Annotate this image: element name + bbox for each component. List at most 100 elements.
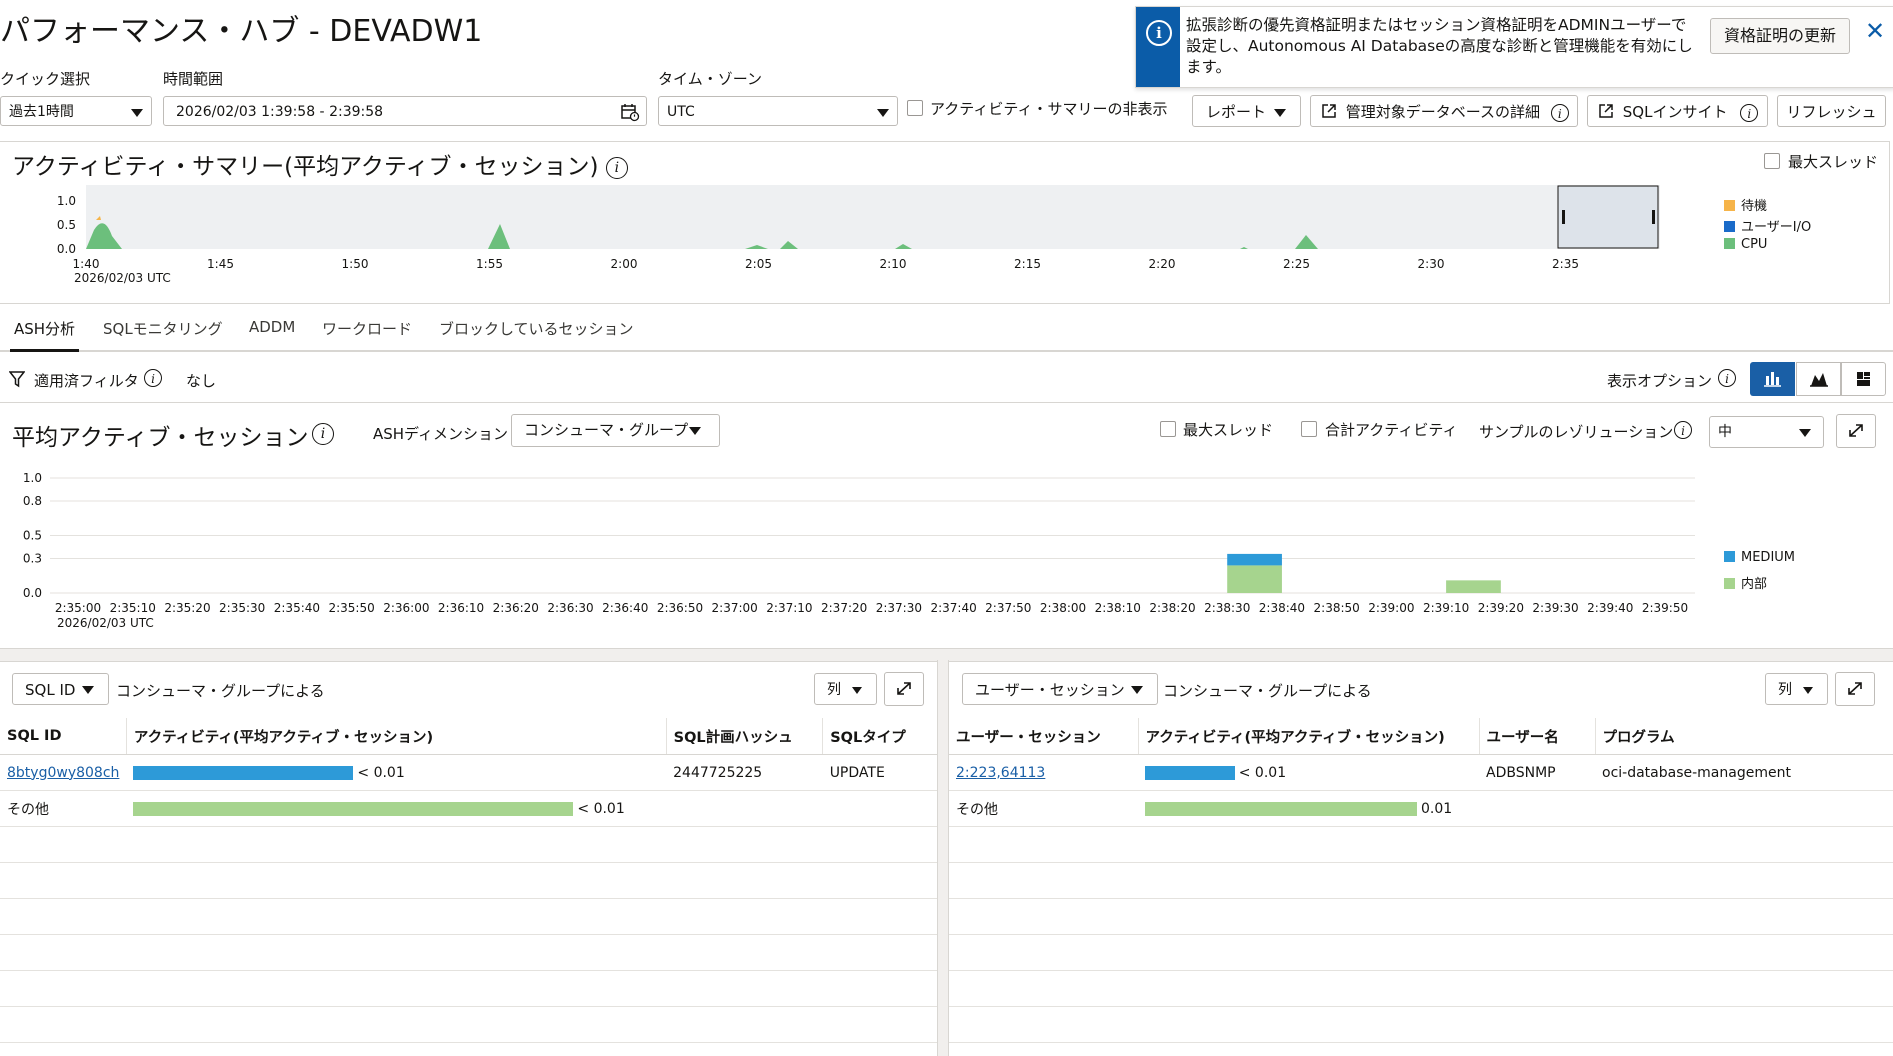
- column-header-activity[interactable]: アクティビティ(平均アクティブ・セッション): [1138, 718, 1480, 755]
- plan-hash-cell: [666, 790, 823, 827]
- column-header-username[interactable]: ユーザー名: [1479, 718, 1596, 755]
- aas-bar-internal[interactable]: [1227, 565, 1282, 593]
- tab-sql-monitoring[interactable]: SQLモニタリング: [103, 318, 223, 339]
- session-expand-button[interactable]: [1835, 672, 1875, 706]
- aas-x-tick: 2:37:10: [766, 601, 812, 615]
- summary-range-selector[interactable]: [1557, 185, 1659, 249]
- update-credentials-button[interactable]: 資格証明の更新: [1710, 18, 1850, 54]
- sample-resolution-dropdown[interactable]: 中: [1709, 416, 1824, 448]
- aas-x-tick: 2:35:40: [274, 601, 320, 615]
- sql-id-link[interactable]: 8btyg0wy808ch: [7, 765, 119, 781]
- sql-table-header: SQL ID アクティビティ(平均アクティブ・セッション) SQL計画ハッシュ …: [0, 718, 937, 755]
- sample-resolution-label: サンプルのレゾリューション: [1479, 423, 1674, 441]
- column-header-program[interactable]: プログラム: [1595, 718, 1893, 755]
- chevron-down-icon: [1799, 429, 1811, 437]
- timezone-value: UTC: [667, 104, 695, 120]
- total-activity-checkbox[interactable]: [1301, 421, 1317, 437]
- column-header-plan-hash[interactable]: SQL計画ハッシュ: [666, 718, 824, 755]
- timezone-dropdown[interactable]: UTC: [658, 96, 898, 126]
- aas-expand-button[interactable]: [1836, 414, 1876, 448]
- program-cell: [1595, 790, 1893, 827]
- activity-summary-title-text: アクティビティ・サマリー(平均アクティブ・セッション): [12, 154, 599, 180]
- column-header-sql-id[interactable]: SQL ID: [0, 718, 127, 755]
- aas-max-threads-checkbox[interactable]: [1160, 421, 1176, 437]
- hide-summary-checkbox[interactable]: [907, 100, 923, 116]
- applied-filter-label: 適用済フィルタ: [34, 372, 139, 390]
- aas-y-tick: 0.3: [23, 552, 42, 566]
- expand-icon: [1849, 424, 1863, 437]
- sql-table: SQL ID アクティビティ(平均アクティブ・セッション) SQL計画ハッシュ …: [0, 718, 937, 1043]
- sql-expand-button[interactable]: [884, 672, 924, 706]
- managed-db-details-button[interactable]: 管理対象データベースの詳細 i: [1310, 95, 1578, 127]
- area-chart-view-button[interactable]: [1796, 362, 1841, 396]
- sql-dimension-dropdown[interactable]: SQL ID: [12, 673, 109, 705]
- external-link-icon: [1599, 104, 1613, 118]
- close-icon[interactable]: ✕: [1865, 17, 1885, 45]
- report-button[interactable]: レポート: [1192, 95, 1301, 127]
- aas-legend: MEDIUM 内部: [1724, 550, 1795, 596]
- aas-y-tick: 0.8: [23, 494, 42, 508]
- info-icon[interactable]: i: [144, 369, 162, 387]
- column-header-activity[interactable]: アクティビティ(平均アクティブ・セッション): [126, 718, 667, 755]
- session-table-header: ユーザー・セッション アクティビティ(平均アクティブ・セッション) ユーザー名 …: [949, 718, 1893, 755]
- table-row: [0, 862, 937, 899]
- info-icon[interactable]: i: [605, 156, 628, 179]
- refresh-button[interactable]: リフレッシュ: [1777, 95, 1886, 127]
- session-dimension-dropdown[interactable]: ユーザー・セッション: [962, 673, 1158, 705]
- tab-workload[interactable]: ワークロード: [322, 318, 412, 339]
- tab-addm[interactable]: ADDM: [249, 318, 295, 336]
- range-handle-right[interactable]: [1652, 210, 1655, 224]
- sql-insight-button[interactable]: SQLインサイト i: [1587, 95, 1768, 127]
- activity-bar: [133, 765, 354, 780]
- aas-x-tick: 2:35:50: [328, 601, 374, 615]
- time-range-input[interactable]: 2026/02/03 1:39:58 - 2:39:58: [163, 96, 647, 126]
- session-table: ユーザー・セッション アクティビティ(平均アクティブ・セッション) ユーザー名 …: [949, 718, 1893, 1043]
- aas-bar-medium[interactable]: [1227, 553, 1282, 566]
- quick-select-dropdown[interactable]: 過去1時間: [0, 96, 152, 126]
- aas-x-tick: 2:36:10: [438, 601, 484, 615]
- filter-icon[interactable]: [9, 370, 25, 388]
- table-row[interactable]: その他 < 0.01: [0, 790, 937, 827]
- activity-bar: [1145, 765, 1235, 780]
- activity-summary-chart[interactable]: 1.0 0.5 0.0 1:40 1:45 1:50 1:55 2:00 2:05 2:10 2:…: [0, 180, 1893, 290]
- info-icon[interactable]: i: [1674, 421, 1692, 439]
- summary-max-threads-checkbox[interactable]: [1764, 153, 1780, 169]
- chevron-down-icon: [877, 109, 889, 117]
- aas-x-tick: 2:39:20: [1478, 601, 1524, 615]
- aas-x-tick: 2:36:50: [657, 601, 703, 615]
- aas-x-tick: 2:39:50: [1642, 601, 1688, 615]
- column-header-user-session[interactable]: ユーザー・セッション: [949, 718, 1139, 755]
- session-dimension-value: ユーザー・セッション: [975, 681, 1125, 699]
- aas-title: 平均アクティブ・セッション: [12, 425, 309, 451]
- total-activity-label: 合計アクティビティ: [1325, 421, 1458, 439]
- aas-x-tick: 2:38:30: [1204, 601, 1250, 615]
- treemap-view-button[interactable]: [1841, 362, 1886, 396]
- range-handle-left[interactable]: [1562, 210, 1565, 224]
- sample-resolution-value: 中: [1718, 424, 1732, 440]
- user-session-link[interactable]: 2:223,64113: [956, 765, 1045, 781]
- info-icon[interactable]: i: [1718, 369, 1736, 387]
- banner-icon-bar: i: [1136, 7, 1180, 87]
- summary-x-tick: 1:45: [207, 257, 234, 271]
- calendar-icon[interactable]: [620, 102, 640, 122]
- sql-type-cell: UPDATE: [822, 754, 937, 791]
- time-range-label: 時間範囲: [163, 70, 224, 88]
- info-icon[interactable]: i: [312, 423, 334, 445]
- tab-ash-analysis[interactable]: ASH分析: [9, 318, 80, 352]
- session-columns-button[interactable]: 列: [1765, 673, 1828, 705]
- sql-columns-button[interactable]: 列: [814, 673, 877, 705]
- aas-chart[interactable]: 1.0 0.8 0.5 0.3 0.0 2:35:00 2:35:10 2:35:20 2:3…: [0, 462, 1893, 632]
- table-row[interactable]: 8btyg0wy808ch < 0.01 2447725225 UPDATE: [0, 754, 937, 791]
- aas-x-tick: 2:38:50: [1314, 601, 1360, 615]
- ash-dimension-dropdown[interactable]: コンシューマ・グループ: [511, 414, 720, 447]
- aas-bar-internal[interactable]: [1446, 580, 1501, 593]
- info-icon[interactable]: i: [1550, 103, 1569, 122]
- table-row[interactable]: 2:223,64113 < 0.01 ADBSNMP oci-database-…: [949, 754, 1893, 791]
- bar-chart-view-button[interactable]: [1750, 362, 1795, 396]
- info-icon[interactable]: i: [1740, 103, 1759, 122]
- summary-y-tick: 0.0: [57, 242, 76, 256]
- tab-blocking-sessions[interactable]: ブロックしているセッション: [439, 318, 634, 339]
- column-header-sql-type[interactable]: SQLタイプ: [822, 718, 937, 755]
- summary-y-tick: 0.5: [57, 218, 76, 232]
- table-row[interactable]: その他 0.01: [949, 790, 1893, 827]
